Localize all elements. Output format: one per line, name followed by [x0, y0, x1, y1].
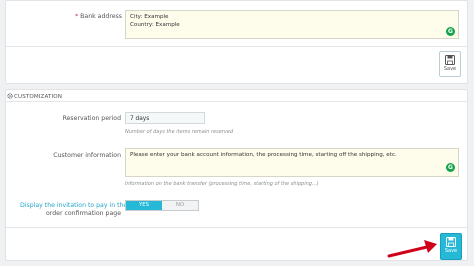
save-button-label: Save [444, 248, 458, 254]
bank-address-field[interactable]: City: Example Country: Example [125, 10, 459, 39]
save-icon [446, 237, 456, 247]
bank-address-label-text: Bank address [80, 13, 122, 20]
reservation-input[interactable]: 7 days [125, 112, 205, 124]
bank-address-label: * Bank address [60, 13, 122, 20]
save-button-highlighted[interactable]: Save [440, 233, 462, 260]
toggle-yes[interactable]: YES [126, 201, 162, 210]
invitation-label-line2: order confirmation page [46, 210, 121, 217]
save-icon [445, 55, 455, 65]
save-button-label: Save [443, 66, 457, 72]
bank-address-line2: Country: Example [130, 21, 180, 28]
invitation-label: Display the invitation to pay in the ord… [20, 202, 128, 218]
required-marker: * [75, 13, 79, 20]
reservation-label: Reservation period [62, 115, 121, 122]
reservation-help: Number of days the items remain reserved [125, 129, 234, 135]
grammarly-icon[interactable]: G [446, 27, 455, 36]
grammarly-icon[interactable]: G [446, 163, 455, 172]
customer-info-field[interactable]: Please enter your bank account informati… [125, 148, 459, 177]
cogs-icon [7, 93, 13, 99]
panel-footer-divider-2 [5, 227, 468, 228]
section-title-text: CUSTOMIZATION [14, 94, 63, 100]
section-divider [5, 101, 468, 102]
invitation-label-line1: Display the invitation to pay in the [20, 202, 128, 209]
toggle-no[interactable]: NO [162, 201, 198, 210]
section-title: CUSTOMIZATION [7, 93, 62, 100]
invitation-toggle[interactable]: YES NO [125, 200, 199, 211]
customer-info-help: Information on the bank transfer (proces… [125, 181, 319, 187]
arrow-icon [387, 240, 437, 258]
customer-info-label: Customer information [53, 152, 121, 159]
customer-info-text: Please enter your bank account informati… [130, 152, 397, 158]
save-button[interactable]: Save [439, 51, 461, 77]
bank-address-line1: City: Example [130, 14, 169, 20]
panel-footer-divider [5, 46, 468, 47]
